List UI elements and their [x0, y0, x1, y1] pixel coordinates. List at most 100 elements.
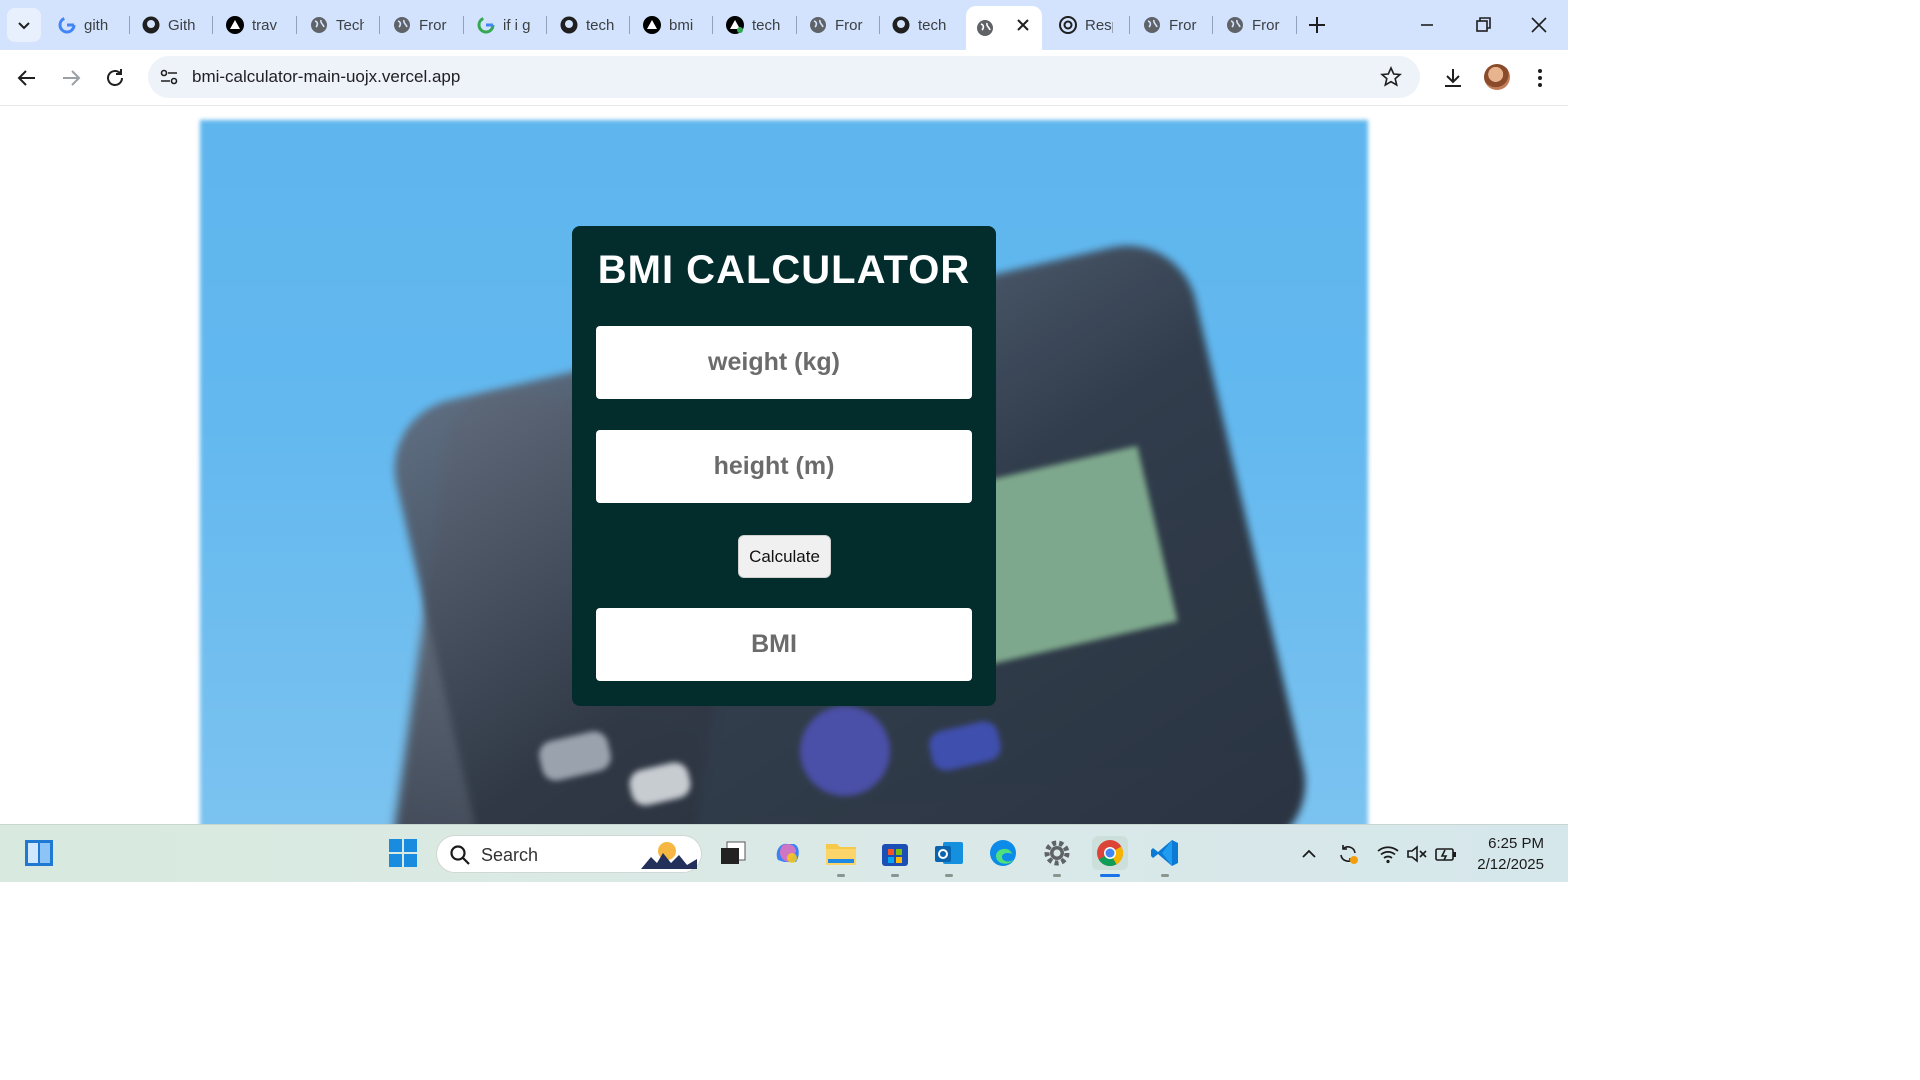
browser-tab[interactable]: bmi — [643, 9, 707, 41]
browser-tab[interactable]: Gith — [142, 9, 206, 41]
site-info-icon[interactable] — [158, 66, 180, 88]
edge-icon — [990, 840, 1016, 866]
tab-label: Gith — [168, 16, 196, 34]
task-view-button[interactable] — [716, 836, 750, 870]
tab-divider — [212, 16, 213, 34]
tab-label: Fror — [835, 16, 863, 34]
tab-label: trav — [252, 16, 278, 34]
download-icon[interactable] — [1441, 66, 1465, 90]
battery-icon[interactable] — [1434, 842, 1458, 866]
bmi-card: BMI CALCULATOR Calculate — [572, 226, 996, 706]
browser-tab[interactable]: gith — [58, 9, 122, 41]
task-view-icon — [721, 841, 746, 864]
vercel-icon — [643, 16, 661, 34]
tab-label: tech — [918, 16, 946, 34]
globe-icon — [1226, 16, 1244, 34]
wifi-icon[interactable] — [1376, 842, 1400, 866]
tab-label: tech — [752, 16, 780, 34]
close-window-icon[interactable] — [1528, 14, 1550, 36]
browser-tab[interactable]: trav — [226, 9, 290, 41]
address-bar[interactable]: bmi-calculator-main-uojx.vercel.app — [148, 56, 1420, 98]
browser-tab[interactable]: Fror — [1226, 9, 1290, 41]
tab-divider — [879, 16, 880, 34]
forward-arrow-icon[interactable] — [59, 66, 83, 90]
tab-label: Tech — [336, 16, 364, 34]
chevron-up-icon[interactable] — [1297, 842, 1321, 866]
browser-tab[interactable]: tech — [726, 9, 790, 41]
gear-icon — [1044, 840, 1070, 866]
globe-icon — [310, 16, 328, 34]
bookmark-star-icon[interactable] — [1380, 66, 1402, 88]
settings-button[interactable] — [1040, 836, 1074, 877]
url-text[interactable]: bmi-calculator-main-uojx.vercel.app — [192, 67, 460, 87]
store-button[interactable] — [878, 836, 912, 877]
tab-label: Fror — [1169, 16, 1197, 34]
tab-strip: gith Gith trav Tech Fror if i g tech bmi… — [0, 0, 1568, 50]
edge-button[interactable] — [986, 836, 1020, 870]
calculate-button[interactable]: Calculate — [738, 535, 831, 578]
copilot-button[interactable] — [770, 836, 804, 870]
tab-divider — [546, 16, 547, 34]
profile-avatar[interactable] — [1484, 64, 1510, 90]
file-explorer-button[interactable] — [824, 836, 858, 877]
start-button[interactable] — [386, 836, 420, 870]
tab-label: Fror — [419, 16, 447, 34]
tab-label: Fror — [1252, 16, 1280, 34]
google-icon — [58, 16, 76, 34]
store-icon — [882, 844, 908, 866]
github-icon — [892, 16, 910, 34]
outlook-button[interactable] — [932, 836, 966, 877]
height-input[interactable] — [596, 430, 972, 503]
browser-tab[interactable]: Tech — [310, 9, 374, 41]
running-indicator — [1053, 874, 1061, 877]
vscode-button[interactable] — [1148, 836, 1182, 877]
close-tab-icon[interactable] — [1014, 16, 1032, 34]
browser-tab[interactable]: Fror — [809, 9, 873, 41]
widgets-button[interactable] — [22, 836, 56, 870]
browser-tab[interactable]: Fror — [393, 9, 457, 41]
chrome-icon — [1097, 840, 1124, 867]
browser-tab[interactable]: Resp — [1059, 9, 1123, 41]
new-tab-icon[interactable] — [1306, 14, 1328, 36]
browser-tab[interactable]: tech — [892, 9, 956, 41]
globe-icon — [809, 16, 827, 34]
tab-divider — [629, 16, 630, 34]
chrome-button[interactable] — [1092, 836, 1128, 877]
browser-tab[interactable]: Fror — [1143, 9, 1207, 41]
restore-icon[interactable] — [1472, 14, 1494, 36]
speaker-muted-icon[interactable] — [1405, 842, 1429, 866]
active-indicator — [1100, 874, 1120, 877]
vercel-icon — [226, 16, 244, 34]
widgets-icon — [25, 840, 53, 866]
more-menu-icon[interactable] — [1528, 66, 1552, 90]
browser-tab[interactable]: if i g — [477, 9, 541, 41]
tab-divider — [1212, 16, 1213, 34]
google-icon — [477, 16, 495, 34]
tab-divider — [463, 16, 464, 34]
system-clock[interactable]: 6:25 PM 2/12/2025 — [1477, 833, 1544, 875]
weight-input[interactable] — [596, 326, 972, 399]
github-icon — [142, 16, 160, 34]
windows-taskbar: Search 6:25 PM 2/12/2025 — [0, 824, 1568, 882]
clock-time: 6:25 PM — [1488, 835, 1544, 852]
windows-logo-icon — [389, 839, 417, 867]
browser-tab[interactable]: tech — [560, 9, 624, 41]
taskbar-search[interactable]: Search — [436, 835, 702, 873]
minimize-icon[interactable] — [1416, 14, 1438, 36]
reload-icon[interactable] — [103, 66, 127, 90]
running-indicator — [945, 874, 953, 877]
tab-divider — [1296, 16, 1297, 34]
github-icon — [560, 16, 578, 34]
bmi-result-field[interactable] — [596, 608, 972, 681]
running-indicator — [891, 874, 899, 877]
folder-icon — [826, 844, 856, 865]
globe-icon — [393, 16, 411, 34]
tab-divider — [796, 16, 797, 34]
running-indicator — [1161, 874, 1169, 877]
tab-search-button[interactable] — [7, 8, 41, 42]
back-arrow-icon[interactable] — [15, 66, 39, 90]
chevron-down-icon — [18, 22, 30, 30]
outlook-icon — [935, 842, 963, 864]
sync-icon[interactable] — [1336, 842, 1360, 866]
copilot-icon — [776, 843, 799, 863]
